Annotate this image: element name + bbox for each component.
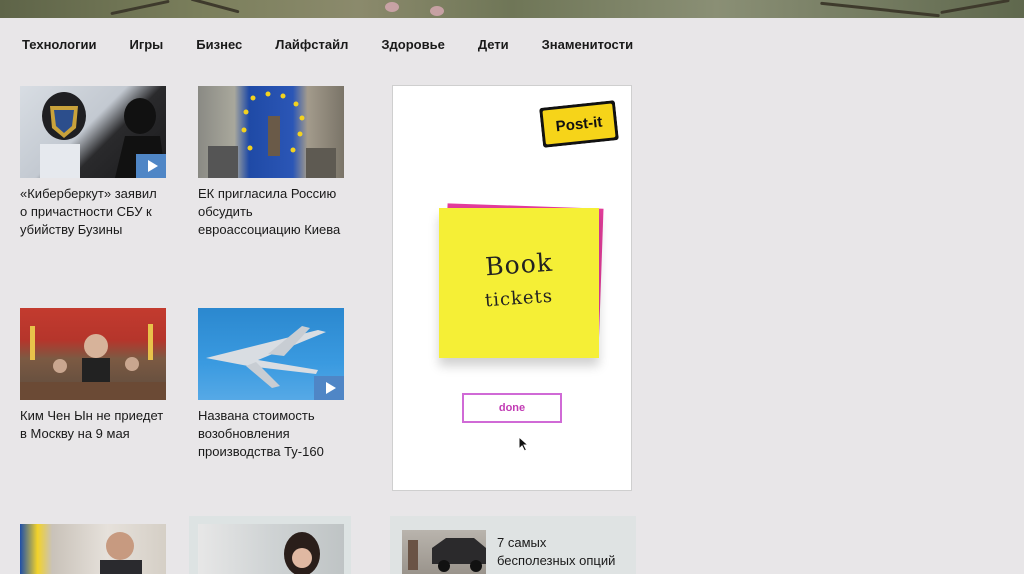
sticky-note: Book tickets — [439, 208, 599, 358]
article-thumbnail[interactable] — [198, 308, 344, 400]
done-button[interactable]: done — [462, 393, 562, 423]
article-card[interactable]: Ким Чен Ын не приедет в Москву на 9 мая — [20, 308, 166, 443]
header-photo-strip — [0, 0, 1024, 18]
article-thumbnail[interactable] — [20, 308, 166, 400]
article-card[interactable]: «Киберберкут» заявил о причастности СБУ … — [20, 86, 166, 239]
woman-illustration — [284, 532, 320, 574]
leader-illustration — [20, 324, 166, 400]
promo-title[interactable]: 7 самых бесполезных опций — [497, 534, 627, 570]
article-card[interactable]: Названа стоимость возобновления производ… — [198, 308, 344, 461]
nav-item-business[interactable]: Бизнес — [196, 37, 242, 52]
nav-item-lifestyle[interactable]: Лайфстайл — [275, 37, 348, 52]
article-card[interactable] — [20, 524, 166, 574]
article-card[interactable] — [198, 524, 344, 574]
nav-item-kids[interactable]: Дети — [478, 37, 509, 52]
nav-item-games[interactable]: Игры — [129, 37, 163, 52]
promo-card[interactable]: 7 самых бесполезных опций — [390, 516, 636, 574]
car-illustration — [408, 538, 486, 572]
article-thumbnail[interactable] — [20, 86, 166, 178]
promo-thumbnail[interactable] — [402, 530, 486, 574]
article-title[interactable]: Ким Чен Ын не приедет в Москву на 9 мая — [20, 407, 166, 443]
eu-flag-illustration — [208, 91, 336, 178]
nav-item-health[interactable]: Здоровье — [381, 37, 444, 52]
portrait-illustration — [100, 532, 142, 574]
article-thumbnail[interactable] — [198, 86, 344, 178]
nav-item-celebrities[interactable]: Знаменитости — [542, 37, 633, 52]
article-card[interactable]: ЕК пригласила Россию обсудить евроассоци… — [198, 86, 344, 239]
note-text-line2: tickets — [484, 285, 554, 312]
post-it-ad: Post-it Book tickets done — [392, 85, 632, 491]
mouse-cursor-icon — [518, 436, 530, 452]
category-nav: Технологии Игры Бизнес Лайфстайл Здоровь… — [22, 37, 666, 52]
video-play-icon[interactable] — [314, 376, 344, 400]
article-title[interactable]: Названа стоимость возобновления производ… — [198, 407, 344, 461]
article-thumbnail[interactable] — [198, 524, 344, 574]
note-text-line1: Book — [484, 247, 554, 282]
article-title[interactable]: ЕК пригласила Россию обсудить евроассоци… — [198, 185, 344, 239]
video-play-icon[interactable] — [136, 154, 166, 178]
article-thumbnail[interactable] — [20, 524, 166, 574]
nav-item-tech[interactable]: Технологии — [22, 37, 96, 52]
article-title[interactable]: «Киберберкут» заявил о причастности СБУ … — [20, 185, 166, 239]
post-it-logo: Post-it — [539, 100, 619, 148]
